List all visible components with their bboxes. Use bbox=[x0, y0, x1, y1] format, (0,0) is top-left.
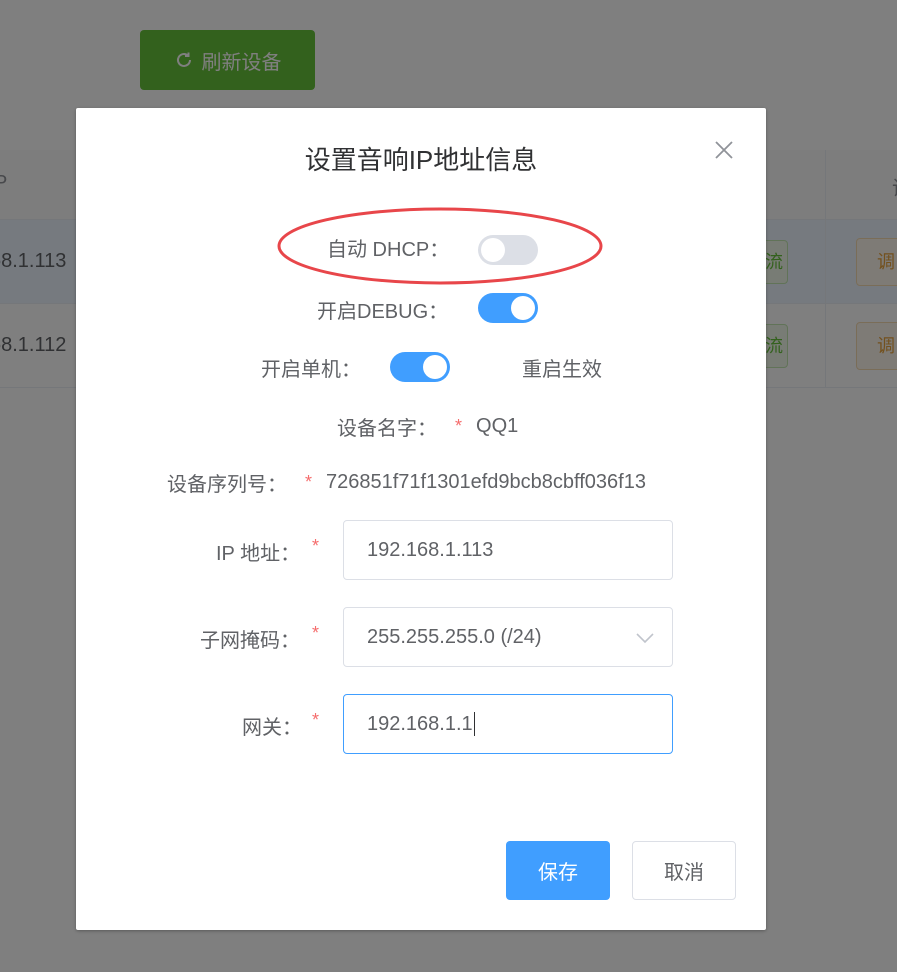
subnet-mask-value: 255.255.255.0 (/24) bbox=[367, 625, 542, 648]
required-mark: * bbox=[312, 536, 320, 556]
gateway-input[interactable]: 192.168.1.1 bbox=[343, 694, 673, 754]
required-mark: * bbox=[455, 416, 463, 436]
serial-label: 设备序列号： bbox=[167, 474, 287, 496]
ip-address-input[interactable]: 192.168.1.113 bbox=[343, 520, 673, 580]
required-mark: * bbox=[312, 623, 320, 643]
standalone-row: 开启单机： bbox=[261, 353, 361, 382]
ip-label: IP 地址： bbox=[216, 543, 301, 565]
gateway-label: 网关： bbox=[242, 717, 302, 739]
device-name-label: 设备名字： bbox=[337, 418, 437, 440]
cancel-button[interactable]: 取消 bbox=[632, 841, 736, 900]
ip-settings-dialog: 设置音响IP地址信息 自动 DHCP： 开启DEBUG： 开启单机： 重启生效 … bbox=[76, 108, 766, 930]
subnet-mask-select[interactable]: 255.255.255.0 (/24) bbox=[343, 607, 673, 667]
mask-label: 子网掩码： bbox=[200, 630, 300, 652]
dhcp-label: 自动 DHCP： bbox=[327, 239, 450, 261]
standalone-switch[interactable] bbox=[390, 352, 450, 382]
standalone-note-row: 重启生效 bbox=[522, 353, 602, 382]
restart-note: 重启生效 bbox=[522, 359, 602, 381]
save-button[interactable]: 保存 bbox=[506, 841, 610, 900]
close-button[interactable] bbox=[713, 139, 735, 161]
switch-knob bbox=[511, 296, 535, 320]
debug-switch[interactable] bbox=[478, 293, 538, 323]
serial-value: 726851f71f1301efd9bcb8cbff036f13 bbox=[326, 471, 646, 493]
chevron-down-icon bbox=[636, 633, 654, 644]
ip-address-value: 192.168.1.113 bbox=[367, 538, 494, 561]
switch-knob bbox=[423, 355, 447, 379]
device-name-value: QQ1 bbox=[476, 415, 519, 437]
device-name-row: 设备名字： * QQ1 bbox=[337, 412, 518, 441]
dhcp-switch[interactable] bbox=[478, 235, 538, 265]
switch-knob bbox=[481, 238, 505, 262]
debug-label: 开启DEBUG： bbox=[317, 301, 449, 323]
standalone-label: 开启单机： bbox=[261, 359, 361, 381]
serial-row: 设备序列号： * 726851f71f1301efd9bcb8cbff036f1… bbox=[167, 468, 646, 497]
gateway-value: 192.168.1.1 bbox=[367, 712, 473, 735]
debug-row: 开启DEBUG： bbox=[317, 295, 448, 324]
close-icon bbox=[715, 141, 733, 159]
text-caret bbox=[473, 712, 476, 736]
required-mark: * bbox=[305, 472, 313, 492]
dialog-title: 设置音响IP地址信息 bbox=[304, 145, 538, 175]
required-mark: * bbox=[312, 710, 320, 730]
dhcp-row: 自动 DHCP： bbox=[327, 233, 449, 262]
